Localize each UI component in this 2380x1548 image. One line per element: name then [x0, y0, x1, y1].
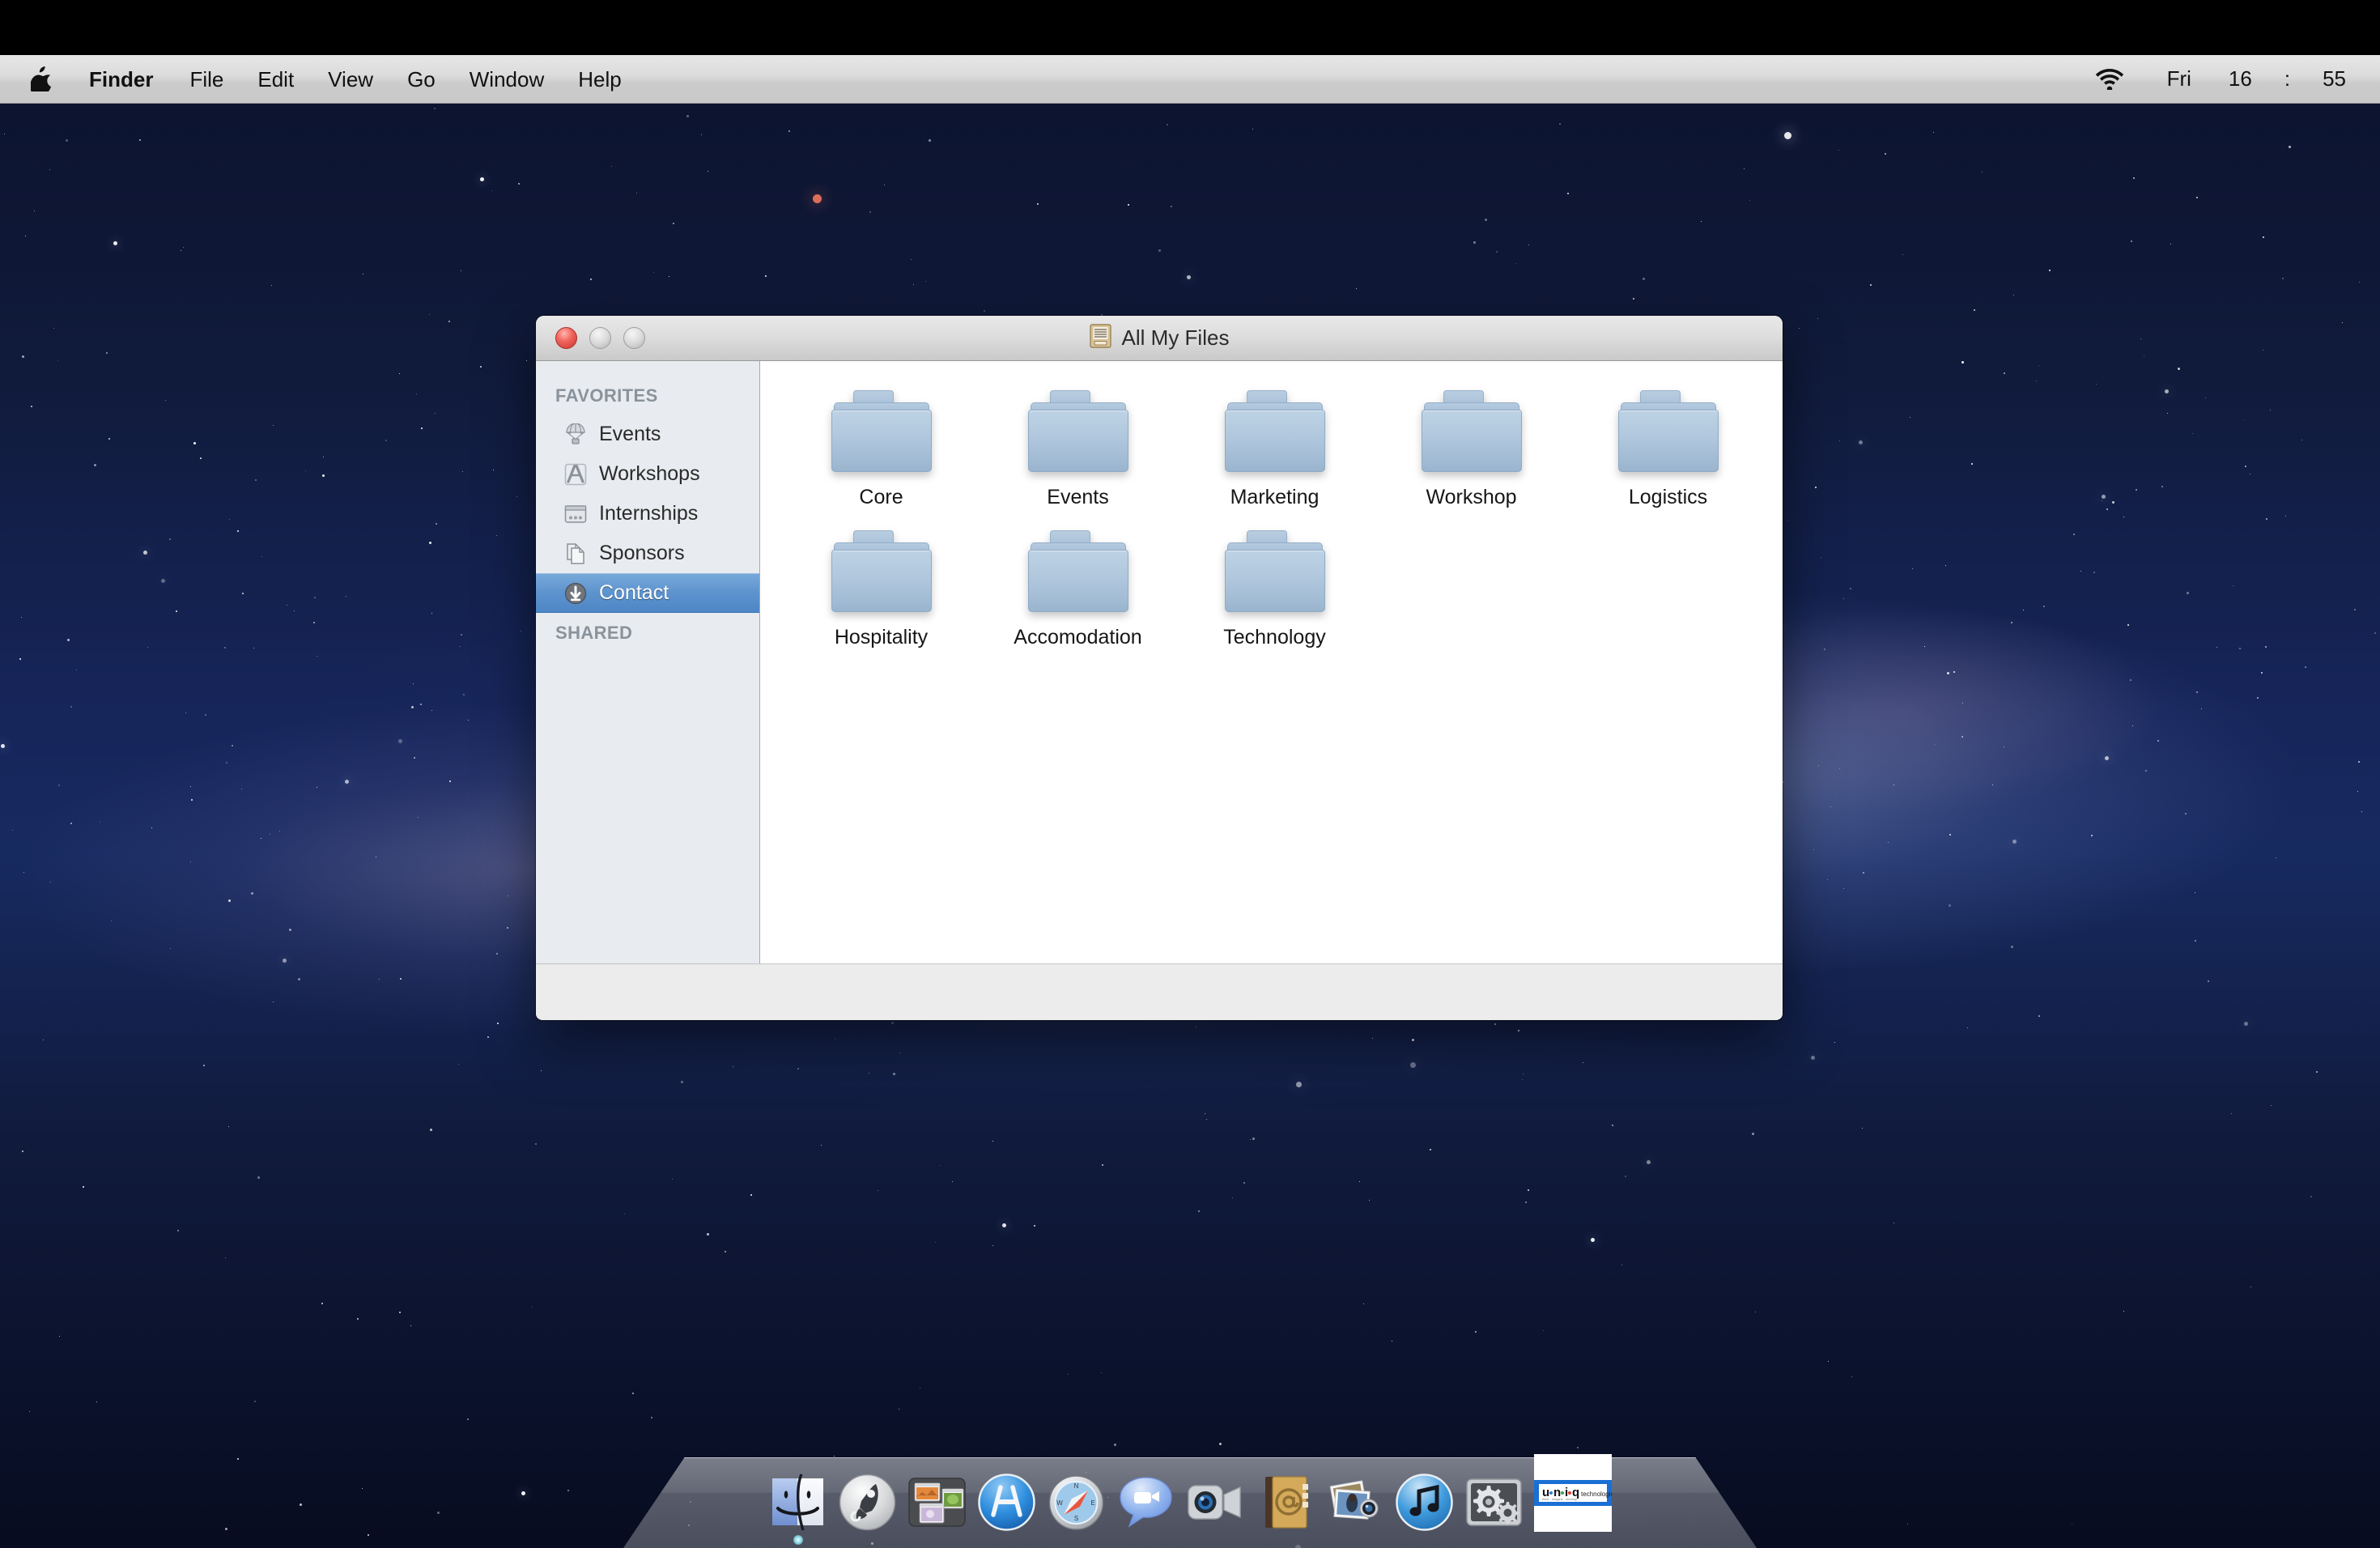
menu-item-help[interactable]: Help — [561, 55, 638, 104]
menu-item-file[interactable]: File — [172, 55, 240, 104]
clock-hour[interactable]: 16 — [2229, 66, 2252, 91]
menu-bar-status-group: Fri 16 : 55 — [2094, 66, 2380, 91]
folder-icon — [1024, 530, 1133, 615]
sidebar-item-label: Contact — [599, 581, 669, 604]
all-my-files-icon — [1089, 324, 1111, 352]
svg-text:think . imagine . develop: think . imagine . develop — [1542, 1497, 1578, 1501]
folder-label: Marketing — [1230, 486, 1320, 508]
folder-item-technology[interactable]: Technology — [1176, 522, 1373, 649]
finder-window[interactable]: All My Files FAVORITES Events Workshops … — [536, 316, 1783, 1020]
menu-item-view[interactable]: View — [311, 55, 390, 104]
folder-icon — [1417, 390, 1526, 474]
menu-item-edit[interactable]: Edit — [240, 55, 311, 104]
folder-item-marketing[interactable]: Marketing — [1176, 382, 1373, 509]
dock-icon-safari[interactable]: N S W E — [1047, 1473, 1106, 1532]
folder-label: Hospitality — [834, 626, 929, 649]
svg-text:E: E — [1090, 1499, 1094, 1507]
sidebar-header-favorites: FAVORITES — [555, 385, 658, 406]
apple-logo-icon[interactable] — [31, 66, 73, 91]
finder-sidebar[interactable]: FAVORITES Events Workshops Internships S… — [536, 361, 760, 963]
finder-title-bar[interactable]: All My Files — [536, 316, 1783, 361]
folder-icon — [1024, 390, 1133, 474]
close-button[interactable] — [555, 327, 577, 349]
finder-content-area[interactable]: Core Events Marketing Workshop Logistics… — [760, 361, 1783, 963]
sidebar-item-workshops[interactable]: Workshops — [536, 454, 759, 494]
menu-item-go[interactable]: Go — [390, 55, 453, 104]
sidebar-item-contact[interactable]: Contact — [536, 573, 759, 613]
sidebar-item-label: Sponsors — [599, 542, 685, 564]
finder-title-center: All My Files — [536, 316, 1783, 360]
dock-icon-address-book[interactable] — [1256, 1473, 1315, 1532]
finder-window-title: All My Files — [1121, 325, 1230, 350]
folder-icon — [827, 530, 936, 615]
dock-icon-messages[interactable] — [1116, 1473, 1175, 1532]
downloads-arrow-icon — [563, 581, 588, 606]
dock-icon-finder[interactable] — [768, 1473, 827, 1545]
sidebar-header-shared: SHARED — [555, 623, 633, 643]
window-traffic-lights — [536, 327, 645, 349]
folder-item-workshop[interactable]: Workshop — [1373, 382, 1570, 509]
folder-item-accomodation[interactable]: Accomodation — [980, 522, 1176, 649]
svg-text:S: S — [1074, 1515, 1078, 1522]
dock-icon-facetime[interactable] — [1186, 1473, 1245, 1532]
dock-icon-mission-control[interactable] — [907, 1473, 967, 1532]
sidebar-item-label: Workshops — [599, 462, 700, 485]
folder-item-events[interactable]: Events — [980, 382, 1176, 509]
menu-item-window[interactable]: Window — [453, 55, 561, 104]
svg-text:N: N — [1074, 1482, 1079, 1490]
top-black-letterbox-bar — [0, 0, 2380, 55]
folder-row: Core Events Marketing Workshop Logistics — [783, 382, 1783, 509]
dock-icon-system-preferences[interactable] — [1464, 1473, 1524, 1532]
svg-text:technologies: technologies — [1581, 1491, 1612, 1498]
minimize-button[interactable] — [589, 327, 611, 349]
wifi-icon[interactable] — [2094, 68, 2125, 90]
clock-minute[interactable]: 55 — [2323, 66, 2346, 91]
folder-icon — [1614, 390, 1723, 474]
documents-pages-icon — [563, 542, 588, 566]
menu-bar: Finder File Edit View Go Window Help Fri… — [0, 55, 2380, 104]
folder-label: Accomodation — [1014, 626, 1142, 649]
dock-icon-itunes[interactable] — [1395, 1473, 1454, 1532]
folder-label: Workshop — [1426, 486, 1517, 508]
sidebar-item-label: Events — [599, 423, 661, 445]
folder-item-hospitality[interactable]: Hospitality — [783, 522, 980, 649]
dock-items: N S W E u n i q technologi think . imagi… — [768, 1454, 1617, 1545]
folder-icon — [1221, 390, 1329, 474]
folder-icon — [827, 390, 936, 474]
folder-label: Core — [859, 486, 903, 508]
dock-icon-app-store[interactable] — [977, 1473, 1036, 1532]
dock-icon-iphoto[interactable] — [1325, 1473, 1384, 1532]
sidebar-item-internships[interactable]: Internships — [536, 494, 759, 534]
airdrop-parachute-icon — [563, 423, 588, 447]
sidebar-item-sponsors[interactable]: Sponsors — [536, 534, 759, 573]
zoom-button[interactable] — [623, 327, 645, 349]
finder-status-bar — [536, 963, 1783, 1019]
clock-day[interactable]: Fri — [2167, 66, 2191, 91]
clock-separator: : — [2284, 66, 2291, 91]
folder-item-logistics[interactable]: Logistics — [1570, 382, 1766, 509]
applications-a-icon — [563, 462, 588, 487]
folder-label: Logistics — [1628, 486, 1708, 508]
dock-icon-uniq-technologies-logo[interactable]: u n i q technologies think . imagine . d… — [1534, 1454, 1617, 1532]
folder-label: Technology — [1223, 626, 1326, 649]
running-indicator — [793, 1535, 803, 1545]
sidebar-item-label: Internships — [599, 502, 699, 525]
finder-window-body: FAVORITES Events Workshops Internships S… — [536, 361, 1783, 963]
sidebar-item-events[interactable]: Events — [536, 415, 759, 454]
folder-row: Hospitality Accomodation Technology — [783, 522, 1783, 649]
dock-icon-launchpad[interactable] — [838, 1473, 897, 1532]
menu-item-finder[interactable]: Finder — [73, 55, 172, 104]
desktop-window-icon — [563, 502, 588, 526]
folder-icon — [1221, 530, 1329, 615]
svg-text:W: W — [1056, 1499, 1063, 1507]
folder-label: Events — [1047, 486, 1109, 508]
folder-item-core[interactable]: Core — [783, 382, 980, 509]
menu-bar-left-group: Finder File Edit View Go Window Help — [0, 55, 639, 104]
